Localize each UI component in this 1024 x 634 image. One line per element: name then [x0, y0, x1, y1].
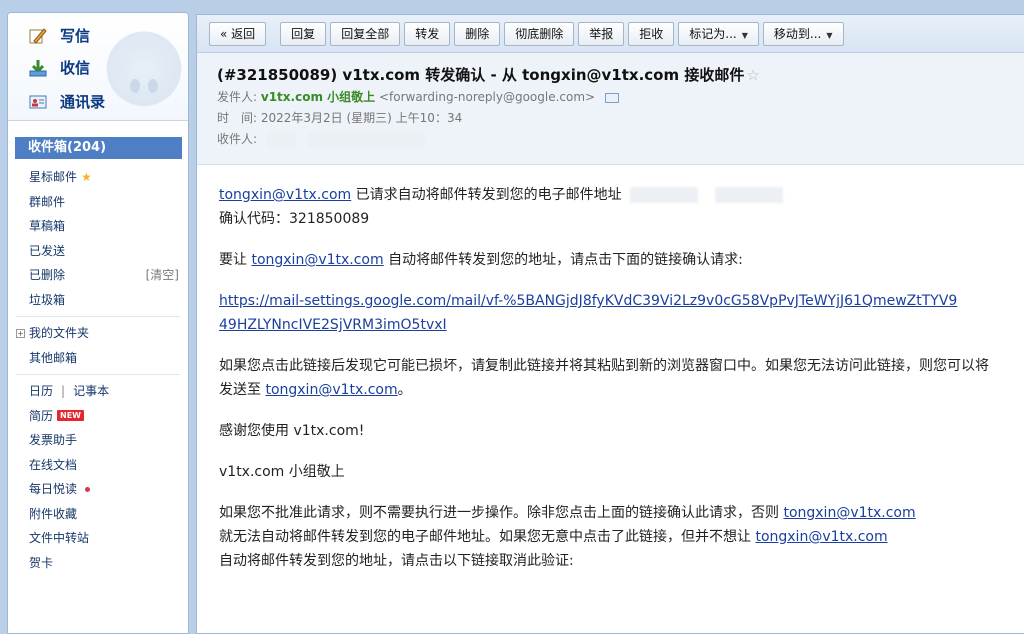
expand-icon[interactable]: +: [16, 328, 25, 338]
forward-button[interactable]: 转发: [404, 21, 451, 46]
email-link[interactable]: tongxin@v1tx.com: [251, 252, 383, 268]
email-link[interactable]: tongxin@v1tx.com: [219, 187, 351, 203]
contacts-link[interactable]: 通讯录: [28, 91, 105, 112]
divider: [16, 374, 180, 375]
signature: v1tx.com 小组敬上: [219, 464, 345, 480]
receive-link[interactable]: 收信: [28, 57, 90, 78]
redacted-recipient: [308, 132, 425, 147]
confirm-url: https://mail-settings.google.com/mail/vf…: [219, 289, 1024, 337]
new-badge: NEW: [57, 410, 84, 422]
quick-actions: 写信 收信 通讯录: [8, 13, 188, 121]
sidebar-item-attachments[interactable]: 附件收藏: [8, 502, 188, 527]
clear-trash-link[interactable]: [清空]: [146, 263, 179, 288]
unread-dot-icon: [85, 486, 91, 492]
move-to-dropdown[interactable]: 移动到... ▼: [762, 21, 844, 46]
folder-list: 收件箱(204) 星标邮件 ★ 群邮件 草稿箱 已发送 已删除 [清空] 垃圾箱…: [8, 121, 188, 575]
body-line: tongxin@v1tx.com 已请求自动将邮件转发到您的电子邮件地址: [219, 183, 1024, 207]
sidebar-item-calendar-notes: 日历 | 记事本: [8, 379, 188, 404]
mail-subject: (#321850089) v1tx.com 转发确认 - 从 tongxin@v…: [217, 66, 760, 84]
sender-row: 发件人: v1tx.com 小组敬上 <forwarding-noreply@g…: [217, 87, 1024, 108]
mail-view: « 返回 回复 回复全部 转发 删除 彻底删除 举报 拒收 标记为... ▼ 移动…: [196, 14, 1024, 634]
permanent-delete-button[interactable]: 彻底删除: [504, 21, 575, 46]
confirm-link[interactable]: https://mail-settings.google.com/mail/vf…: [219, 293, 957, 309]
sidebar-item-starred[interactable]: 星标邮件 ★: [8, 165, 188, 190]
toolbar: « 返回 回复 回复全部 转发 删除 彻底删除 举报 拒收 标记为... ▼ 移动…: [197, 15, 1024, 53]
compose-link[interactable]: 写信: [28, 25, 90, 46]
redacted-recipient: [266, 132, 295, 147]
thanks-line: 感谢您使用 v1tx.com!: [219, 423, 365, 439]
contact-card-icon[interactable]: [604, 92, 619, 103]
redacted-address: [630, 187, 699, 203]
sidebar-item-deleted[interactable]: 已删除 [清空]: [8, 263, 188, 288]
caret-down-icon: ▼: [741, 30, 748, 40]
sidebar-item-other-mail[interactable]: 其他邮箱: [8, 346, 188, 371]
redacted-address: [714, 187, 783, 203]
address-book-icon: [28, 92, 48, 112]
body-paragraph: 要让 tongxin@v1tx.com 自动将邮件转发到您的地址，请点击下面的链…: [219, 252, 743, 268]
separator: |: [61, 384, 66, 398]
notebook-link[interactable]: 记事本: [73, 379, 109, 404]
sidebar-item-my-folders[interactable]: + 我的文件夹: [8, 321, 188, 346]
mark-as-dropdown[interactable]: 标记为... ▼: [678, 21, 759, 46]
reply-button[interactable]: 回复: [280, 21, 327, 46]
sidebar-item-online-docs[interactable]: 在线文档: [8, 453, 188, 478]
mail-body: tongxin@v1tx.com 已请求自动将邮件转发到您的电子邮件地址 确认代…: [197, 165, 1024, 573]
reject-button[interactable]: 拒收: [628, 21, 675, 46]
body-paragraph: 如果您不批准此请求，则不需要执行进一步操作。除非您点击上面的链接确认此请求，否则…: [219, 505, 916, 569]
email-link[interactable]: tongxin@v1tx.com: [755, 529, 887, 545]
sent-time: 2022年3月2日 (星期三) 上午10：34: [260, 111, 463, 125]
recipient-row: 收件人:: [217, 129, 1024, 150]
sender-address: <forwarding-noreply@google.com>: [378, 90, 596, 104]
star-icon: ★: [81, 170, 92, 184]
sidebar-item-resume[interactable]: 简历 NEW: [8, 404, 188, 429]
sidebar-item-file-transfer[interactable]: 文件中转站: [8, 526, 188, 551]
sidebar-item-greeting-cards[interactable]: 贺卡: [8, 551, 188, 576]
delete-button[interactable]: 删除: [454, 21, 501, 46]
back-button[interactable]: « 返回: [209, 21, 267, 46]
report-button[interactable]: 举报: [578, 21, 625, 46]
pencil-icon: [28, 26, 48, 46]
confirm-link-cont[interactable]: 49HZLYNncIVE2SjVRM3imO5tvxI: [219, 317, 447, 333]
confirmation-code: 确认代码：321850089: [219, 211, 370, 227]
body-paragraph: 如果您点击此链接后发现它可能已损坏，请复制此链接并将其粘贴到新的浏览器窗口中。如…: [219, 358, 989, 398]
divider: [16, 316, 180, 317]
email-link[interactable]: tongxin@v1tx.com: [265, 382, 397, 398]
email-link[interactable]: tongxin@v1tx.com: [783, 505, 915, 521]
sidebar-item-sent[interactable]: 已发送: [8, 239, 188, 264]
calendar-link[interactable]: 日历: [29, 379, 53, 404]
caret-down-icon: ▼: [826, 30, 833, 40]
time-row: 时 间: 2022年3月2日 (星期三) 上午10：34: [217, 111, 463, 125]
inbox-download-icon: [28, 58, 48, 78]
sidebar-item-invoice[interactable]: 发票助手: [8, 428, 188, 453]
sidebar-item-drafts[interactable]: 草稿箱: [8, 214, 188, 239]
sidebar-item-spam[interactable]: 垃圾箱: [8, 288, 188, 313]
sidebar-item-daily-reading[interactable]: 每日悦读: [8, 477, 188, 502]
sidebar: 写信 收信 通讯录 收件箱(204) 星标邮件 ★ 群邮件 草稿箱 已发送 已删…: [7, 12, 189, 634]
reply-all-button[interactable]: 回复全部: [330, 21, 401, 46]
sender-name[interactable]: v1tx.com 小组敬上: [261, 90, 375, 104]
mail-header: (#321850089) v1tx.com 转发确认 - 从 tongxin@v…: [197, 53, 1024, 165]
sidebar-item-inbox[interactable]: 收件箱(204): [15, 137, 182, 159]
qq-penguin-decoration: [104, 31, 184, 115]
sidebar-item-group-mail[interactable]: 群邮件: [8, 190, 188, 215]
star-outline-icon[interactable]: ☆: [746, 66, 759, 84]
